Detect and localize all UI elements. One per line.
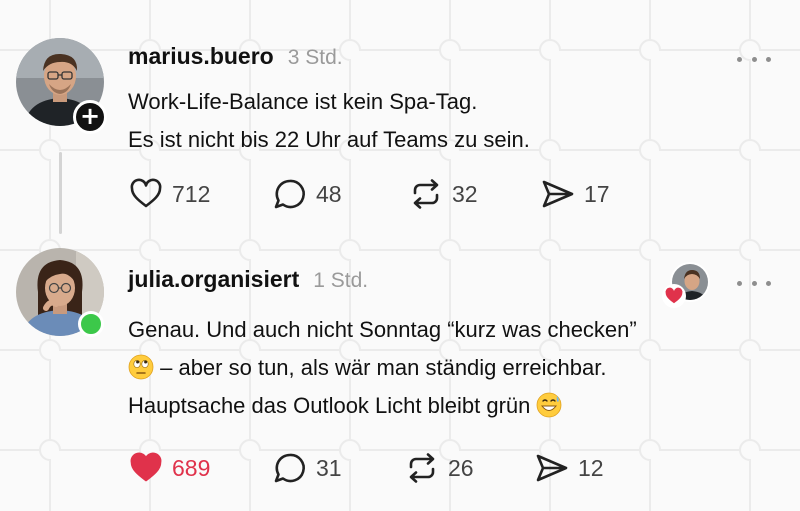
reply-count: 31 [316,454,342,481]
post-header: julia.organisiert 1 Std. [128,266,368,293]
like-button[interactable]: 689 [128,450,272,486]
post-text-line: Work-Life-Balance ist kein Spa-Tag. [128,89,478,114]
action-bar: 689 31 26 12 [128,450,604,486]
post-text: Work-Life-Balance ist kein Spa-Tag. Es i… [128,83,530,159]
send-icon [542,180,574,208]
send-icon [536,454,568,482]
post-timestamp: 3 Std. [287,46,343,69]
plus-icon: + [79,102,101,130]
like-button[interactable]: 712 [128,176,272,212]
reply-count: 48 [316,180,342,207]
repost-count: 32 [452,180,478,207]
post-text: Genau. Und auch nicht Sonntag “kurz was … [128,311,637,425]
share-count: 12 [578,454,604,481]
grinning-face-with-sweat-emoji-icon [537,392,562,418]
repost-count: 26 [448,454,474,481]
share-count: 17 [584,180,610,207]
post-text-line: Es ist nicht bis 22 Uhr auf Teams zu sei… [128,127,530,152]
thread-post: + marius.buero 3 Std. Work-Life-Balance … [0,0,800,236]
heart-filled-icon [130,452,162,482]
heart-icon [130,178,162,208]
thread-post: julia.organisiert 1 Std. Genau. Und auch… [0,236,800,511]
post-header: marius.buero 3 Std. [128,43,343,70]
reply-button[interactable]: 48 [272,176,408,212]
online-status-dot [78,311,104,337]
share-button[interactable]: 12 [534,450,604,486]
repost-button[interactable]: 26 [404,450,534,486]
thread-connector-line [59,152,62,234]
liked-by-heart-icon [662,284,686,308]
like-count: 689 [172,454,211,481]
repost-button[interactable]: 32 [408,176,540,212]
reply-button[interactable]: 31 [272,450,404,486]
post-timestamp: 1 Std. [313,269,369,292]
repost-icon [413,179,439,209]
post-text-line: Hauptsache das Outlook Licht bleibt grün [128,387,637,425]
post-text-line: – aber so tun, als wär man ständig errei… [128,349,637,387]
more-options-icon[interactable] [737,47,771,71]
repost-icon [409,453,435,483]
comment-icon [274,453,305,483]
follow-plus-button[interactable]: + [73,100,107,134]
more-options-icon[interactable] [737,271,771,295]
post-text-line: Genau. Und auch nicht Sonntag “kurz was … [128,317,637,342]
action-bar: 712 48 32 17 [128,176,610,212]
like-count: 712 [172,180,211,207]
share-button[interactable]: 17 [540,176,610,212]
face-with-rolling-eyes-emoji-icon [128,354,154,380]
username[interactable]: julia.organisiert [128,266,299,293]
comment-icon [274,179,305,209]
username[interactable]: marius.buero [128,43,274,70]
